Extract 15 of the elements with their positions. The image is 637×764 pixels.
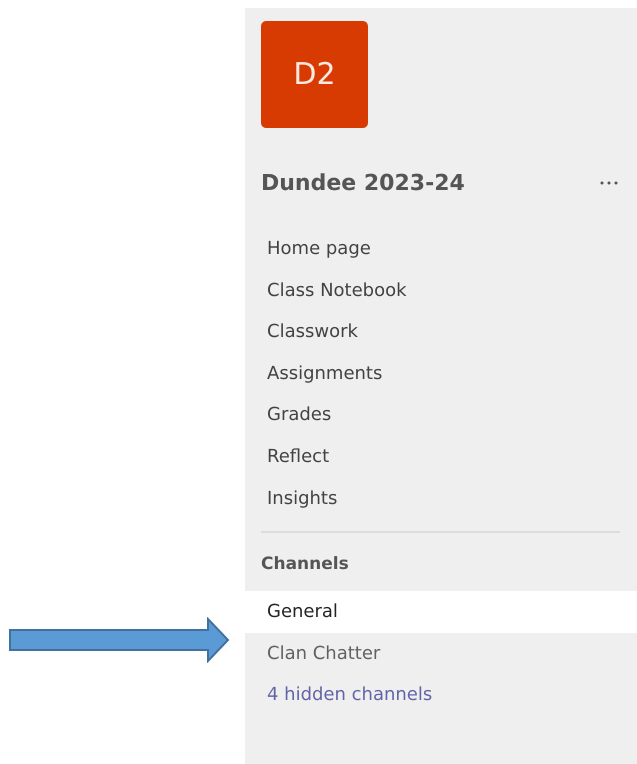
nav-item[interactable]: Assignments [245, 352, 637, 394]
hidden-channels-link[interactable]: 4 hidden channels [245, 675, 637, 716]
nav-item[interactable]: Classwork [245, 311, 637, 353]
team-name: Dundee 2023-24 [261, 170, 465, 196]
nav-item[interactable]: Insights [245, 478, 637, 520]
arrow-icon [8, 617, 230, 663]
channels-heading: Channels [261, 553, 350, 576]
nav-item[interactable]: Home page [245, 228, 637, 270]
nav-item[interactable]: Grades [245, 394, 637, 436]
nav-item[interactable]: Class Notebook [245, 270, 637, 312]
channel-item[interactable]: General [245, 591, 637, 634]
nav-item[interactable]: Reflect [245, 436, 637, 478]
team-avatar[interactable]: D2 [261, 21, 368, 128]
more-options-icon[interactable] [600, 181, 618, 185]
channel-item[interactable]: Clan Chatter [245, 633, 637, 676]
